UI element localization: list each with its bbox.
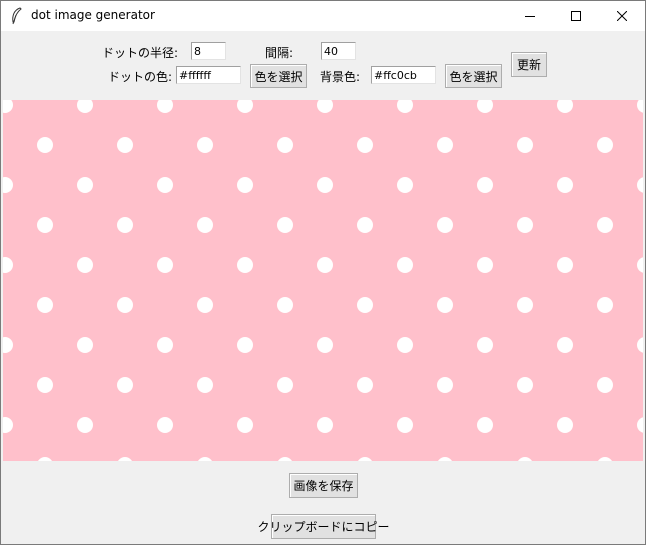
dot: [77, 257, 93, 273]
dot: [517, 137, 533, 153]
window-title: dot image generator: [31, 8, 155, 22]
radius-label: ドットの半径:: [102, 46, 179, 60]
dot-pattern-preview: [3, 100, 643, 461]
save-image-button[interactable]: 画像を保存: [289, 473, 358, 498]
dot: [117, 377, 133, 393]
dot: [237, 417, 253, 433]
dot: [397, 417, 413, 433]
dot: [477, 177, 493, 193]
dot: [357, 137, 373, 153]
dot: [277, 377, 293, 393]
dot: [237, 177, 253, 193]
spacing-label: 間隔:: [265, 46, 294, 60]
dot: [237, 337, 253, 353]
dot: [237, 257, 253, 273]
dot: [197, 137, 213, 153]
dot: [477, 417, 493, 433]
dot: [37, 297, 53, 313]
dot-color-input[interactable]: [176, 66, 241, 84]
dot: [197, 217, 213, 233]
maximize-button[interactable]: [553, 1, 599, 31]
dot: [117, 297, 133, 313]
dot: [277, 137, 293, 153]
dot: [157, 177, 173, 193]
dot: [357, 297, 373, 313]
dot: [597, 137, 613, 153]
minimize-icon: [525, 16, 535, 17]
dot: [597, 217, 613, 233]
app-window: dot image generator ドットの半径: 間隔: ドットの色: 色…: [0, 0, 646, 545]
dot: [117, 137, 133, 153]
choose-dot-color-button[interactable]: 色を選択: [250, 64, 307, 88]
dot: [77, 337, 93, 353]
dot: [37, 137, 53, 153]
dot: [437, 377, 453, 393]
bg-color-input[interactable]: [371, 66, 436, 84]
dot: [397, 337, 413, 353]
dot: [157, 417, 173, 433]
settings-panel: ドットの半径: 間隔: ドットの色: 色を選択 背景色: 色を選択 更新: [1, 31, 645, 100]
dot-canvas: [3, 100, 643, 461]
dot: [397, 177, 413, 193]
close-icon: [617, 11, 627, 21]
dot: [437, 137, 453, 153]
dot: [277, 297, 293, 313]
dot: [37, 217, 53, 233]
dot: [317, 337, 333, 353]
dot: [517, 217, 533, 233]
close-button[interactable]: [599, 1, 645, 31]
dot: [477, 257, 493, 273]
dot: [477, 337, 493, 353]
dot: [77, 177, 93, 193]
dot: [517, 377, 533, 393]
dot: [557, 337, 573, 353]
dot: [557, 177, 573, 193]
dot: [197, 377, 213, 393]
dot-color-label: ドットの色:: [108, 70, 173, 84]
dot: [557, 417, 573, 433]
dot: [317, 257, 333, 273]
dot: [77, 417, 93, 433]
dot: [437, 297, 453, 313]
title-bar[interactable]: dot image generator: [1, 1, 645, 31]
minimize-button[interactable]: [507, 1, 553, 31]
dot: [317, 177, 333, 193]
update-button[interactable]: 更新: [511, 52, 547, 77]
dot: [317, 417, 333, 433]
dot: [117, 217, 133, 233]
dot: [397, 257, 413, 273]
dot: [197, 297, 213, 313]
copy-to-clipboard-button[interactable]: クリップボードにコピー: [258, 514, 390, 539]
dot: [37, 377, 53, 393]
radius-input[interactable]: [191, 42, 226, 60]
dot: [597, 297, 613, 313]
bg-color-label: 背景色:: [320, 70, 361, 84]
spacing-input[interactable]: [321, 42, 356, 60]
choose-bg-color-button[interactable]: 色を選択: [445, 64, 502, 88]
dot: [157, 257, 173, 273]
dot: [157, 337, 173, 353]
dot: [517, 297, 533, 313]
dot: [597, 377, 613, 393]
dot: [277, 217, 293, 233]
dot: [557, 257, 573, 273]
dot: [357, 217, 373, 233]
feather-icon: [9, 7, 25, 25]
dot: [437, 217, 453, 233]
dot: [357, 377, 373, 393]
maximize-icon: [571, 11, 581, 21]
canvas-background: [3, 100, 643, 461]
